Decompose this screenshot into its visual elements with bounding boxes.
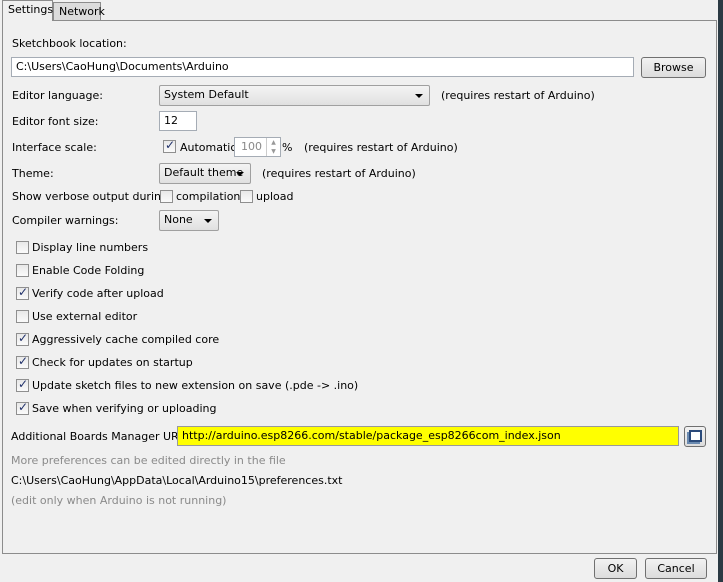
sketchbook-label: Sketchbook location: bbox=[12, 37, 127, 50]
option-label: Verify code after upload bbox=[32, 287, 164, 300]
option-label: Save when verifying or uploading bbox=[32, 402, 217, 415]
window-icon bbox=[688, 430, 702, 442]
verbose-upload-checkbox[interactable] bbox=[240, 190, 253, 203]
font-size-input[interactable]: 12 bbox=[159, 111, 197, 131]
boards-label: Additional Boards Manager URLs: bbox=[11, 430, 195, 443]
theme-select[interactable]: Default theme bbox=[159, 163, 251, 184]
verbose-upload-label: upload bbox=[256, 190, 294, 203]
option-checkbox[interactable] bbox=[16, 285, 29, 300]
cancel-button[interactable]: Cancel bbox=[645, 558, 707, 579]
option-label: Update sketch files to new extension on … bbox=[32, 379, 359, 392]
chevron-down-icon bbox=[204, 219, 212, 223]
warnings-select[interactable]: None bbox=[159, 210, 219, 231]
option-label: Aggressively cache compiled core bbox=[32, 333, 220, 346]
footer-path: C:\Users\CaoHung\AppData\Local\Arduino15… bbox=[11, 474, 343, 487]
language-label: Editor language: bbox=[12, 89, 103, 102]
ok-button[interactable]: OK bbox=[594, 558, 637, 579]
chevron-down-icon bbox=[236, 172, 244, 176]
footer-note: (edit only when Arduino is not running) bbox=[11, 494, 227, 507]
option-label: Use external editor bbox=[32, 310, 138, 323]
scale-note: (requires restart of Arduino) bbox=[304, 141, 458, 154]
warnings-value: None bbox=[164, 213, 193, 226]
window-edge bbox=[718, 0, 723, 582]
verbose-compilation-checkbox[interactable] bbox=[160, 190, 173, 203]
option-checkbox[interactable] bbox=[16, 331, 29, 346]
scale-auto-checkbox[interactable] bbox=[163, 138, 176, 153]
language-note: (requires restart of Arduino) bbox=[441, 89, 595, 102]
tab-settings[interactable]: Settings bbox=[2, 0, 53, 21]
option-checkbox[interactable] bbox=[16, 354, 29, 369]
verbose-label: Show verbose output during: bbox=[12, 190, 172, 203]
language-select[interactable]: System Default bbox=[159, 85, 430, 106]
boards-url-edit-button[interactable] bbox=[684, 426, 706, 447]
theme-value: Default theme bbox=[164, 166, 244, 179]
chevron-down-icon bbox=[415, 94, 423, 98]
option-checkbox[interactable] bbox=[16, 310, 29, 323]
option-checkbox[interactable] bbox=[16, 241, 29, 254]
verbose-compilation-label: compilation bbox=[176, 190, 241, 203]
theme-label: Theme: bbox=[12, 167, 54, 180]
option-checkbox[interactable] bbox=[16, 264, 29, 277]
warnings-label: Compiler warnings: bbox=[12, 214, 119, 227]
scale-label: Interface scale: bbox=[12, 141, 97, 154]
theme-note: (requires restart of Arduino) bbox=[262, 167, 416, 180]
tab-network[interactable]: Network bbox=[53, 2, 105, 21]
scale-auto-label: Automatic bbox=[180, 141, 237, 154]
font-size-label: Editor font size: bbox=[12, 115, 99, 128]
language-value: System Default bbox=[164, 88, 249, 101]
option-label: Check for updates on startup bbox=[32, 356, 193, 369]
option-label: Enable Code Folding bbox=[32, 264, 145, 277]
scale-spinner[interactable]: ▲ ▼ bbox=[266, 138, 280, 156]
option-checkbox[interactable] bbox=[16, 377, 29, 392]
footer-more: More preferences can be edited directly … bbox=[11, 454, 286, 467]
scale-unit: % bbox=[282, 141, 293, 154]
option-label: Display line numbers bbox=[32, 241, 149, 254]
sketchbook-input[interactable]: C:\Users\CaoHung\Documents\Arduino bbox=[11, 57, 634, 77]
boards-url-input[interactable]: http://arduino.esp8266.com/stable/packag… bbox=[177, 426, 679, 446]
browse-button[interactable]: Browse bbox=[641, 57, 706, 78]
option-checkbox[interactable] bbox=[16, 400, 29, 415]
